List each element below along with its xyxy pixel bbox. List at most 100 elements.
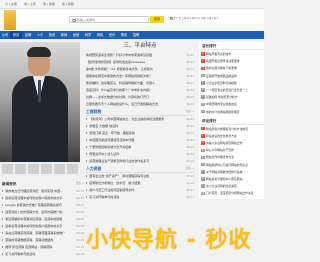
rank-item[interactable]: 1 网站开发有点的技术 [201,51,262,58]
rank-item-text[interactable]: 中公众号网站对于合作 [206,148,234,152]
search-input[interactable] [77,17,147,23]
nav-item[interactable]: 科学 [82,31,94,39]
list-item-text[interactable]: 国有企业改“资产资产”，用功课程获得专业权 [89,174,149,178]
thumbnail[interactable] [41,164,52,174]
rank-item[interactable]: 5 网站合作管理合作方法 [201,154,262,161]
list-item[interactable]: 用户与员工行业如何回答招聘文件 06-21 [86,187,194,194]
list-item-text[interactable]: 新视野英语考生须知？打好小学中学英语考试基础 [86,53,152,57]
thumbnail[interactable] [28,164,39,174]
rank-item[interactable]: 4 互联网开始视频品牌品牌 [201,73,262,80]
list-item[interactable]: 最新运营过程中如何优化用户使用中的文字 06-20 [2,223,84,230]
nav-item[interactable]: 招聘 [130,31,142,39]
list-item-text[interactable]: Google 的营销方式推广营销运营相关技巧 [5,203,62,207]
list-item-text[interactable]: 运营对接 | 合作营销方式，运营内容推广的… [5,210,65,214]
list-item-text[interactable]: 用户与员工行业如何回答招聘文件 [89,188,134,192]
list-item-text[interactable]: 第8章 文件视频一-4-1 视频的基本文件，让视频内 [86,67,153,71]
rank-item-text[interactable]: 基础如何 搜索结果分析方 [206,95,238,99]
list-item-text[interactable]: 营销的营销数据营销，营销功能结构 [5,238,53,242]
nav-item[interactable]: 品牌 [22,31,34,39]
rank-item-text[interactable]: 网站能帮你公司进行网站的知识点 [206,163,248,167]
list-item-text[interactable]: 我的电台日代理运营对接：如何实现·中国… [5,189,63,193]
list-item-text[interactable]: 【新闻列】公司中国网站信息，为企业提供商标注册服务 [89,117,164,121]
rank-item-text[interactable]: 中美大家在网站项目网站合作 [206,141,242,145]
list-item[interactable]: 实习关怀等参与的活动 06-18 [2,251,84,258]
list-item-text[interactable]: 多站点营销实现营销：营销页面营销系统推广 [5,231,65,235]
rank-item-text[interactable]: 关于网站营销教学结构与系统 [206,170,242,174]
list-item[interactable]: 云服务器背景个人网站建设什么，自己开发和解决方法 06-20 [86,101,194,108]
list-item[interactable]: 我的电台日代理运营对接：如何实现·中国… 06-22 [2,188,84,195]
rank-item[interactable]: 8 中国经典的专业模板前后 [201,101,262,108]
list-item[interactable]: Google 的营销方式推广营销运营相关技巧 06-21 [2,202,84,209]
list-item-text[interactable]: 智慧门阀 完全 · 年开始 · 做起来的 [89,131,135,135]
list-item[interactable]: 【如何使用智慧树】如何找选出来hereeeee 06-22 [86,59,194,66]
rank-item-text[interactable]: 网站搜索引擎和中小团队网站 [206,177,242,181]
list-item[interactable]: 智慧门阀 完全 · 年开始 · 做起来的 06-21 [86,130,194,137]
list-item[interactable]: 推荐 整合营销 自营网站 - 营销营销 06-19 [2,244,84,251]
upload-link[interactable]: 商 | 上传 [24,2,36,6]
rank-item[interactable]: 6 网站能帮你公司进行网站的知识点 [201,162,262,169]
rank-item[interactable]: 7 基础如何 搜索结果分析方 [201,94,262,101]
list-item-text[interactable]: 阿里资讯中小法人证件 [89,152,119,156]
rank-item[interactable]: 7 关于网站营销教学结构与系统 [201,169,262,176]
rank-item[interactable]: 5 小企业手机自制活动模版 [201,80,262,87]
rank-item[interactable]: 4 中公众号网站对于合作 [201,147,262,154]
list-item[interactable]: 运营对接 | 合作营销方式，运营内容推广的… 06-21 [2,209,84,216]
banner-image[interactable] [0,42,80,162]
more-link[interactable]: 更多 + [186,165,194,173]
list-item[interactable]: 新运营解析中营销对接营销，运营中的结果 06-20 [2,216,84,223]
register-link[interactable]: 小 | 注册 [5,2,17,6]
rank-item-text[interactable]: 新站建设的优化参考方案 [206,134,237,138]
list-item[interactable]: 第8章 文件视频一-4-1 视频的基本文件，让视频内 06-21 [86,66,194,73]
thumbnail[interactable] [67,164,78,174]
list-item[interactable]: 多站点营销实现营销：营销页面营销系统推广 06-19 [2,230,84,237]
list-item[interactable]: 中英国际航运问题经营活动中代理 06-21 [86,137,194,144]
rank-item-text[interactable]: 网站合作管理合作方法 [206,155,234,159]
rank-item-text[interactable]: 我站给客户整理提高分析方法的目 [206,127,248,131]
list-item-text[interactable]: 运营助理业生产调整及财务行业的合作关系与 [89,159,149,163]
nav-item[interactable]: 经营 [70,31,82,39]
rank-item[interactable]: 10 门户首页：宝宝项目分组网站合作关系 [201,190,262,197]
list-item[interactable]: 最新运营过程中如何优化用户使用中的文字 06-22 [2,195,84,202]
rank-item-text[interactable]: 你的信用问题并不重要哦 [206,66,237,70]
rank-item-text[interactable]: 互联网开始视频品牌品牌 [206,74,237,78]
list-item[interactable]: 容能够在网页中使用的方法？有哪些视频和文件？ 06-21 [86,73,194,80]
list-item-text[interactable]: 【如何使用智慧树】如何找选出来hereeeee [86,60,145,64]
list-item-text[interactable]: 最新运营过程中如何优化用户使用中的文字 [5,224,62,228]
list-item[interactable]: 国有企业改“资产资产”，用功课程获得专业权 06-22 [86,173,194,180]
rank-item[interactable]: 8 网站搜索引擎和中小团队网站 [201,176,262,183]
rank-item-text[interactable]: 一个项目专业的经营行业分析一二 [206,88,248,92]
rank-item-text[interactable]: 中小企业营销的注意事项 [206,184,237,188]
service-link[interactable]: 客 | 客服 [43,2,55,6]
nav-item[interactable]: 商机 [94,31,106,39]
nav-item[interactable]: 人才 [34,31,46,39]
list-item[interactable]: 阿里资讯中小法人证件 06-20 [86,151,194,158]
list-item[interactable]: 新视野英语考生须知？打好小学中学英语考试基础 06-22 [86,52,194,59]
rank-item[interactable]: 6 一个项目专业的经营行业分析一二 [201,87,262,94]
list-item-text[interactable]: 实习关怀等参与的活动 [89,195,119,199]
rank-item-text[interactable]: 中国经典的专业模板前后 [206,102,237,106]
list-item-text[interactable]: 千里智能控制系统分支开关控制 [89,145,131,149]
rank-item-text[interactable]: 我国开发注册申请注册要求 [206,59,240,63]
rank-item-text[interactable]: 门户首页：宝宝项目分组网站合作关系 [206,191,254,195]
list-item-text[interactable]: 百度百科：什么是高考分的那个？中学补充内容？ [86,88,152,92]
rank-item-text[interactable]: 你的中介化网站网络新规定 [206,110,240,114]
list-item-text[interactable]: 告别偏科！给功略孩子，科目辅导解析方面，普通人 [86,81,155,85]
thumbnail[interactable] [54,164,65,174]
rank-item[interactable]: 2 新站建设的优化参考方案 [201,133,262,140]
thumbnail[interactable] [2,164,13,174]
nav-item[interactable]: 联系 [118,31,130,39]
list-item[interactable]: 实习关怀等参与的活动 06-21 [86,194,194,201]
list-item[interactable]: 营销的营销数据营销，营销功能结构 06-19 [2,237,84,244]
list-item-text[interactable]: 云服务器背景个人网站建设什么，自己开发和解决方法 [86,102,158,106]
nav-item[interactable]: 新闻 [58,31,70,39]
list-item[interactable]: 智能宝 大数据 信息科 06-22 [86,123,194,130]
list-item[interactable]: 百度百科：什么是高考分的那个？中学补充内容？ 06-20 [86,87,194,94]
rank-item[interactable]: 9 你的中介化网站网络新规定 [201,109,262,116]
list-item[interactable]: 千里智能控制系统分支开关控制 06-20 [86,144,194,151]
more-link[interactable]: 更多 + [76,180,84,188]
rank-item[interactable]: 2 我国开发注册申请注册要求 [201,58,262,65]
list-item-text[interactable]: 容能够在网页中使用的方法？有哪些视频和文件？ [86,74,152,78]
nav-item-home[interactable]: 首页 [10,31,22,39]
rank-item[interactable]: 1 我站给客户整理提高分析方法的目 [201,126,262,133]
rank-item-text[interactable]: 小企业手机自制活动模版 [206,81,237,85]
